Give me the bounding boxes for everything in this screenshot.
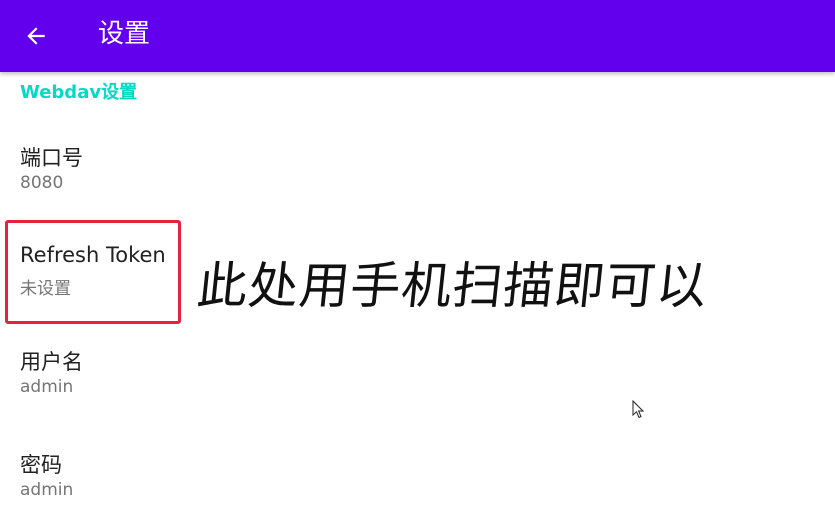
pref-refresh-token-summary: 未设置: [20, 279, 71, 299]
mouse-pointer-icon: [632, 400, 645, 419]
pref-port-title: 端口号: [20, 146, 83, 170]
pref-port[interactable]: 端口号 8080: [0, 130, 835, 210]
pref-username-title: 用户名: [20, 350, 83, 374]
pref-password-summary: admin: [20, 480, 74, 500]
handwritten-annotation: 此处用手机扫描即可以: [194, 257, 711, 315]
arrow-back-icon: [27, 27, 45, 45]
pref-password[interactable]: 密码 admin: [0, 438, 835, 516]
pref-username-summary: admin: [20, 377, 74, 397]
app-bar: 设置: [0, 0, 835, 72]
page-title: 设置: [98, 19, 151, 49]
pref-username[interactable]: 用户名 admin: [0, 336, 835, 416]
pref-port-summary: 8080: [20, 173, 64, 193]
back-button[interactable]: [12, 12, 60, 60]
pref-password-title: 密码: [20, 453, 62, 477]
pref-refresh-token-title: Refresh Token: [20, 243, 166, 267]
settings-screen: 设置 Webdav设置 端口号 8080 Refresh Token 未设置 用…: [0, 0, 835, 516]
section-header-webdav: Webdav设置: [20, 82, 138, 103]
